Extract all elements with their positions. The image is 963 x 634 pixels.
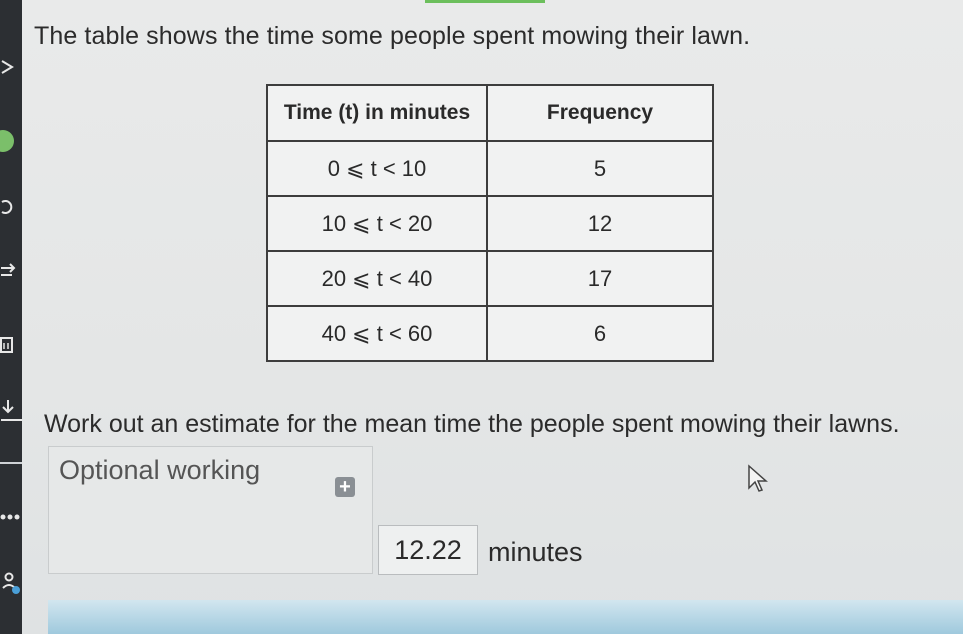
table-row: 0 ⩽ t < 10 5 <box>266 140 714 197</box>
sidebar <box>0 0 22 634</box>
refresh-icon[interactable] <box>0 198 22 221</box>
time-cell: 10 ⩽ t < 20 <box>266 195 488 252</box>
table-row: 10 ⩽ t < 20 12 <box>266 195 714 252</box>
optional-working-area[interactable]: Optional working + <box>48 446 373 574</box>
plus-icon[interactable]: + <box>335 477 355 497</box>
more-icon[interactable] <box>0 508 22 531</box>
question-text: The table shows the time some people spe… <box>34 22 751 50</box>
calculator-icon[interactable] <box>0 336 22 359</box>
top-progress-accent <box>425 0 545 3</box>
header-frequency: Frequency <box>486 84 714 142</box>
mouse-cursor-icon <box>746 464 772 494</box>
time-cell: 40 ⩽ t < 60 <box>266 305 488 362</box>
status-dot-icon <box>0 130 14 152</box>
table-row: 20 ⩽ t < 40 17 <box>266 250 714 307</box>
frequency-cell: 5 <box>486 140 714 197</box>
sidebar-divider <box>0 462 22 464</box>
instruction-text: Work out an estimate for the mean time t… <box>44 410 900 438</box>
frequency-cell: 12 <box>486 195 714 252</box>
table-header-row: Time (t) in minutes Frequency <box>266 84 714 142</box>
accessibility-icon[interactable] <box>0 572 22 601</box>
time-cell: 0 ⩽ t < 10 <box>266 140 488 197</box>
answer-unit: minutes <box>488 537 583 567</box>
swap-icon[interactable] <box>0 262 22 285</box>
table-row: 40 ⩽ t < 60 6 <box>266 305 714 362</box>
bottom-bar <box>48 600 963 634</box>
time-cell: 20 ⩽ t < 40 <box>266 250 488 307</box>
download-icon[interactable] <box>0 398 22 429</box>
optional-working-label: Optional working <box>59 455 261 485</box>
chevron-right-icon[interactable] <box>0 58 22 81</box>
header-time: Time (t) in minutes <box>266 84 488 142</box>
frequency-cell: 6 <box>486 305 714 362</box>
frequency-table: Time (t) in minutes Frequency 0 ⩽ t < 10… <box>266 84 714 362</box>
frequency-cell: 17 <box>486 250 714 307</box>
answer-input[interactable]: 12.22 <box>378 525 478 575</box>
